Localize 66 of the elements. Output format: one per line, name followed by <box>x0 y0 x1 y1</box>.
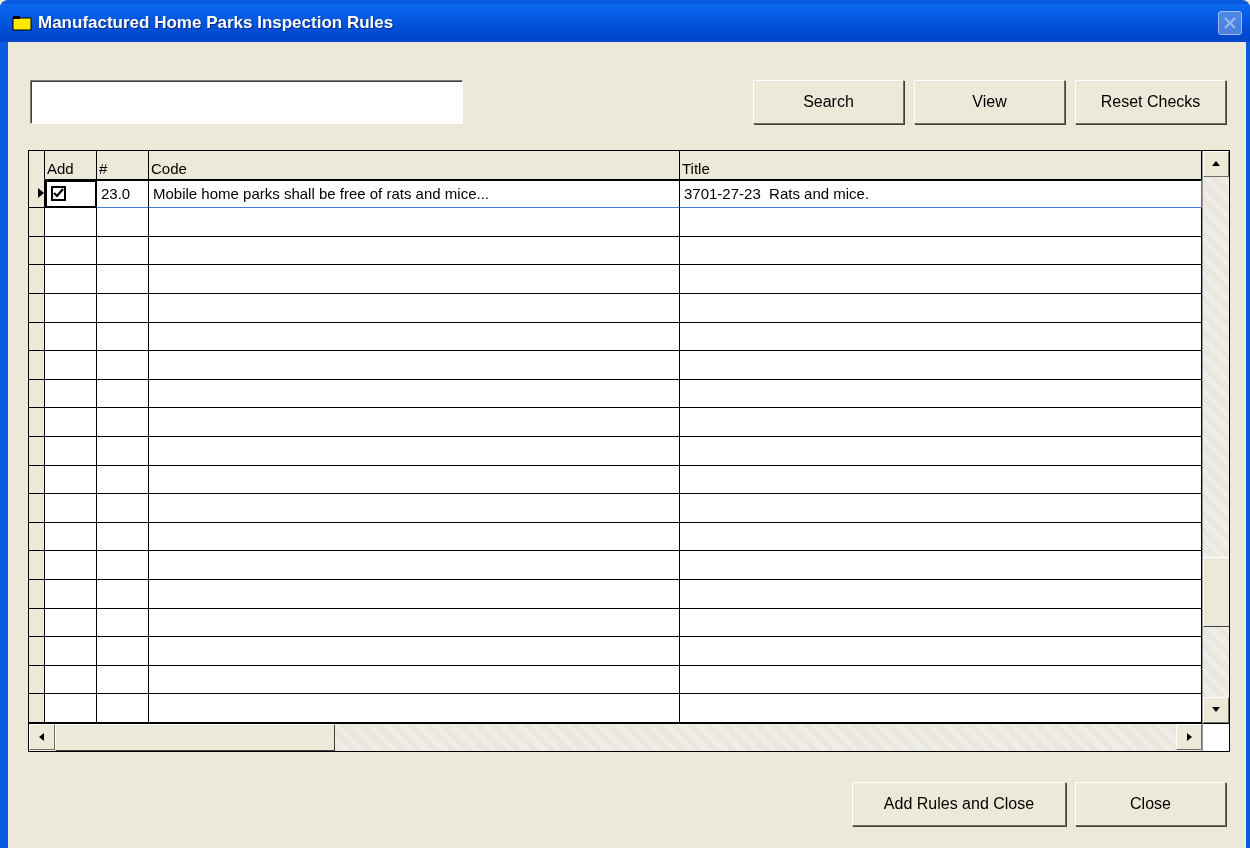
empty-cell <box>97 665 149 695</box>
row-indicator[interactable] <box>29 179 45 209</box>
window-title: Manufactured Home Parks Inspection Rules <box>38 13 395 33</box>
scroll-thumb[interactable] <box>1203 557 1229 627</box>
vertical-scrollbar[interactable] <box>1202 151 1229 723</box>
empty-cell <box>97 208 149 237</box>
empty-cell <box>97 236 149 266</box>
row-indicator[interactable] <box>29 665 45 695</box>
row-indicator[interactable] <box>29 322 45 352</box>
row-indicator[interactable] <box>29 579 45 609</box>
empty-cell <box>97 637 149 666</box>
empty-cell <box>97 408 149 437</box>
arrow-right-icon <box>1184 732 1194 742</box>
current-row-icon <box>38 188 44 199</box>
folder-icon <box>12 15 32 31</box>
row-indicator[interactable] <box>29 208 45 237</box>
empty-cell <box>97 551 149 580</box>
arrow-left-icon <box>37 732 47 742</box>
row-indicator[interactable] <box>29 293 45 323</box>
scroll-left-button[interactable] <box>29 724 55 750</box>
empty-cell <box>97 293 149 323</box>
table-cell: Mobile home parks shall be free of rats and mice... <box>149 179 680 209</box>
horizontal-scrollbar[interactable] <box>29 723 1202 751</box>
row-indicator[interactable] <box>29 379 45 409</box>
toolbar-button[interactable]: Search <box>753 80 904 124</box>
table-cell: 3701-27-23 Rats and mice. <box>680 179 1202 209</box>
close-icon <box>1223 16 1237 30</box>
scroll-right-button[interactable] <box>1176 724 1202 750</box>
column-header[interactable]: Title <box>680 151 1202 181</box>
scroll-up-button[interactable] <box>1203 151 1229 177</box>
empty-cell <box>97 579 149 609</box>
table-cell: 23.0 <box>97 179 149 209</box>
empty-cell <box>97 608 149 638</box>
dialog-button[interactable]: Add Rules and Close <box>852 782 1066 826</box>
empty-cell <box>97 436 149 466</box>
row-indicator[interactable] <box>29 608 45 638</box>
empty-cell <box>97 465 149 495</box>
search-field[interactable] <box>30 80 463 124</box>
empty-cell <box>97 322 149 352</box>
row-indicator[interactable] <box>29 694 45 723</box>
scroll-down-button[interactable] <box>1203 697 1229 723</box>
row-indicator[interactable] <box>29 522 45 552</box>
row-indicator[interactable] <box>29 637 45 666</box>
empty-cell <box>97 379 149 409</box>
empty-cell <box>97 522 149 552</box>
empty-cell <box>97 351 149 380</box>
row-indicator[interactable] <box>29 351 45 380</box>
column-header[interactable]: Add <box>45 151 97 181</box>
empty-cell <box>97 494 149 523</box>
row-indicator[interactable] <box>29 408 45 437</box>
row-indicator[interactable] <box>29 465 45 495</box>
dialog-button[interactable]: Close <box>1075 782 1226 826</box>
scroll-thumb[interactable] <box>55 724 335 751</box>
add-checkbox[interactable] <box>51 185 66 201</box>
row-indicator[interactable] <box>29 551 45 580</box>
row-indicator[interactable] <box>29 494 45 523</box>
row-indicator[interactable] <box>29 265 45 294</box>
column-header[interactable]: Code <box>149 151 680 181</box>
column-header[interactable]: # <box>97 151 149 181</box>
arrow-up-icon <box>1211 159 1221 169</box>
row-indicator[interactable] <box>29 236 45 266</box>
empty-cell <box>97 694 149 723</box>
toolbar-button[interactable]: View <box>914 80 1065 124</box>
empty-cell <box>97 265 149 294</box>
toolbar-button[interactable]: Reset Checks <box>1075 80 1226 124</box>
row-indicator[interactable] <box>29 436 45 466</box>
